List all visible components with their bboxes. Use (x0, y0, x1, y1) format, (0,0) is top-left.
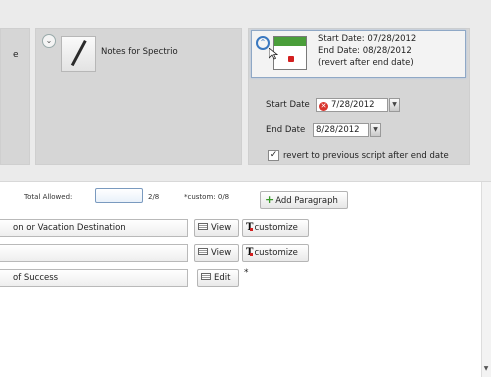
end-date-input[interactable]: 8/28/2012 (313, 123, 369, 137)
end-date-dropdown-button[interactable]: ▼ (370, 123, 381, 137)
list-icon (198, 223, 208, 230)
row-2-customize-button[interactable]: Tcustomize (242, 244, 309, 262)
calendar-header (274, 37, 306, 46)
left-panel[interactable]: e (0, 28, 30, 165)
revert-checkbox-label: revert to previous script after end date (283, 151, 449, 161)
row-1-view-label: View (211, 223, 232, 233)
left-panel-label-fragment: e (13, 50, 19, 60)
row-1-view-button[interactable]: View (194, 219, 239, 237)
text-format-icon: T (246, 220, 254, 236)
plus-icon: + (265, 193, 275, 206)
text-format-icon: T (246, 245, 254, 261)
scroll-down-arrow-icon[interactable]: ▼ (481, 364, 491, 374)
row-2-view-label: View (211, 248, 232, 258)
row-3-edit-label: Edit (214, 273, 231, 283)
notes-icon (61, 36, 96, 72)
row-1-customize-button[interactable]: Tcustomize (242, 219, 309, 237)
summary-revert-note: (revert after end date) (318, 58, 414, 68)
paragraph-count: 2/8 (148, 193, 160, 201)
end-date-value: 8/28/2012 (316, 125, 360, 135)
list-icon (198, 248, 208, 255)
row-2-customize-label: customize (254, 248, 298, 258)
summary-start-date: Start Date: 07/28/2012 (318, 34, 417, 44)
calendar-marker (288, 56, 294, 62)
start-date-dropdown-button[interactable]: ▼ (389, 98, 400, 112)
paragraph-row-2-title[interactable] (0, 244, 188, 262)
end-date-label: End Date (266, 125, 306, 135)
total-allowed-label: Total Allowed: (24, 193, 73, 201)
custom-count: *custom: 0/8 (184, 193, 230, 201)
notes-panel[interactable]: ⌄ Notes for Spectrio (35, 28, 242, 165)
add-paragraph-button[interactable]: +Add Paragraph (260, 191, 348, 209)
summary-end-date: End Date: 08/28/2012 (318, 46, 412, 56)
row-3-required-marker: * (244, 268, 249, 278)
mouse-pointer-icon (269, 48, 278, 60)
notes-title: Notes for Spectrio (101, 47, 178, 57)
collapse-schedule-button[interactable]: ⌃ (256, 36, 270, 50)
row-2-view-button[interactable]: View (194, 244, 239, 262)
paragraph-usage-bar (95, 188, 143, 203)
date-summary-card[interactable]: ⌃ Start Date: 07/28/2012 End Date: 08/28… (251, 30, 466, 78)
paragraph-row-1-title[interactable]: on or Vacation Destination (0, 219, 188, 237)
clear-date-icon[interactable]: ✕ (319, 102, 328, 111)
revert-checkbox[interactable]: ✓ (268, 150, 279, 161)
row-3-edit-button[interactable]: Edit (197, 269, 239, 287)
list-icon (201, 273, 211, 280)
start-date-label: Start Date (266, 100, 310, 110)
pen-icon (70, 40, 87, 67)
row-1-customize-label: customize (254, 223, 298, 233)
calendar-icon (273, 36, 307, 70)
start-date-input[interactable]: ✕ 7/28/2012 (316, 98, 388, 112)
expand-notes-button[interactable]: ⌄ (42, 34, 56, 48)
start-date-value: 7/28/2012 (331, 100, 375, 110)
paragraph-row-3-title[interactable]: of Success (0, 269, 188, 287)
add-paragraph-label: Add Paragraph (275, 196, 338, 206)
vertical-scrollbar[interactable] (481, 182, 491, 377)
